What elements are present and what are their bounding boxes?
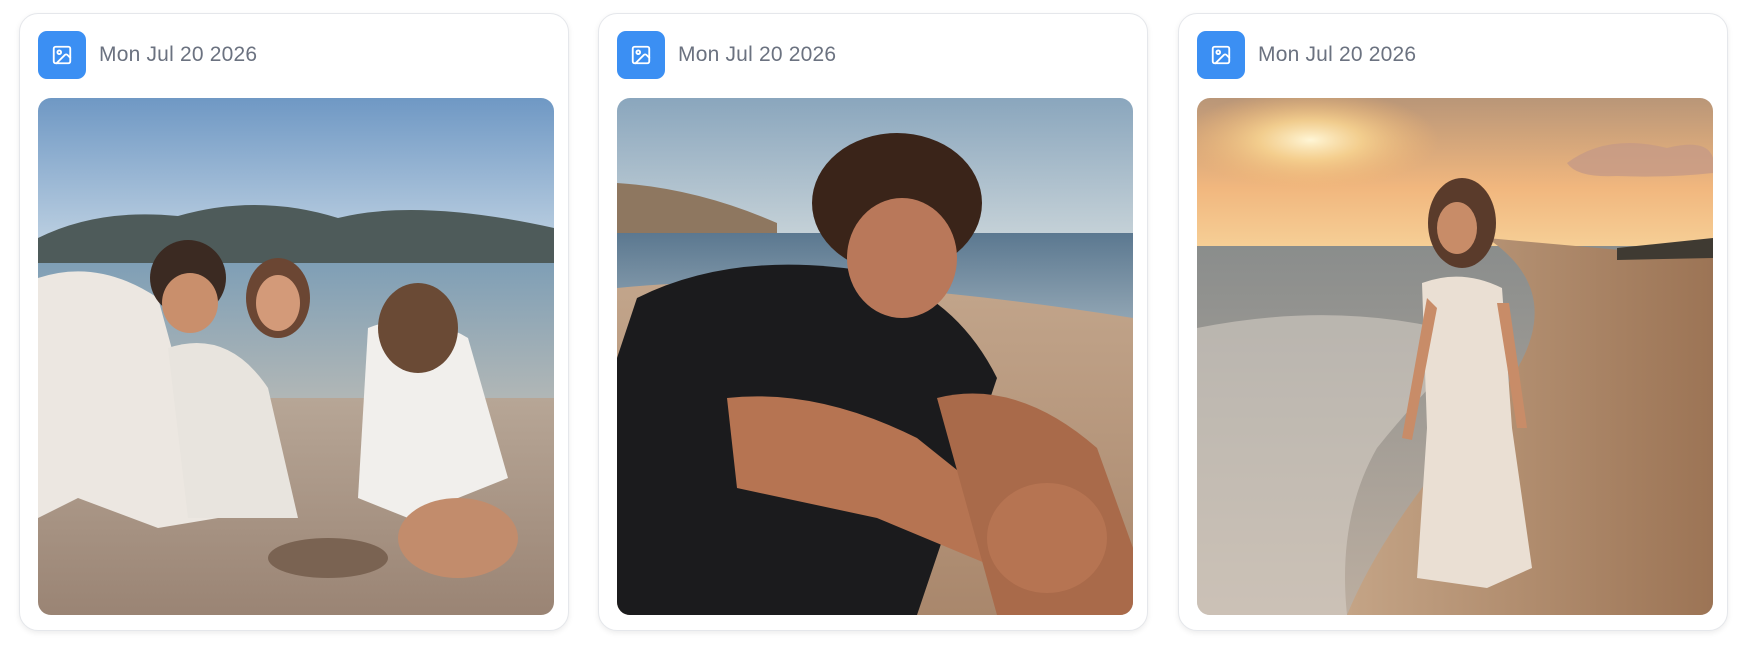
card-date: Mon Jul 20 2026 [678, 43, 837, 66]
card-date: Mon Jul 20 2026 [1258, 43, 1417, 66]
card-header: Mon Jul 20 2026 [1197, 31, 1416, 79]
image-icon [1197, 31, 1245, 79]
image-card-grid: Mon Jul 20 2026 Mon Jul 20 2026 Mon Jul … [0, 0, 1756, 648]
image-card[interactable]: Mon Jul 20 2026 [598, 13, 1148, 631]
card-header: Mon Jul 20 2026 [617, 31, 836, 79]
image-icon [617, 31, 665, 79]
beach-friends-photo[interactable] [38, 98, 554, 615]
beach-man-sitting-photo[interactable] [617, 98, 1133, 615]
card-date: Mon Jul 20 2026 [99, 43, 258, 66]
image-card[interactable]: Mon Jul 20 2026 [1178, 13, 1728, 631]
card-header: Mon Jul 20 2026 [38, 31, 257, 79]
image-card[interactable]: Mon Jul 20 2026 [19, 13, 569, 631]
beach-woman-sunset-photo[interactable] [1197, 98, 1713, 615]
image-icon [38, 31, 86, 79]
